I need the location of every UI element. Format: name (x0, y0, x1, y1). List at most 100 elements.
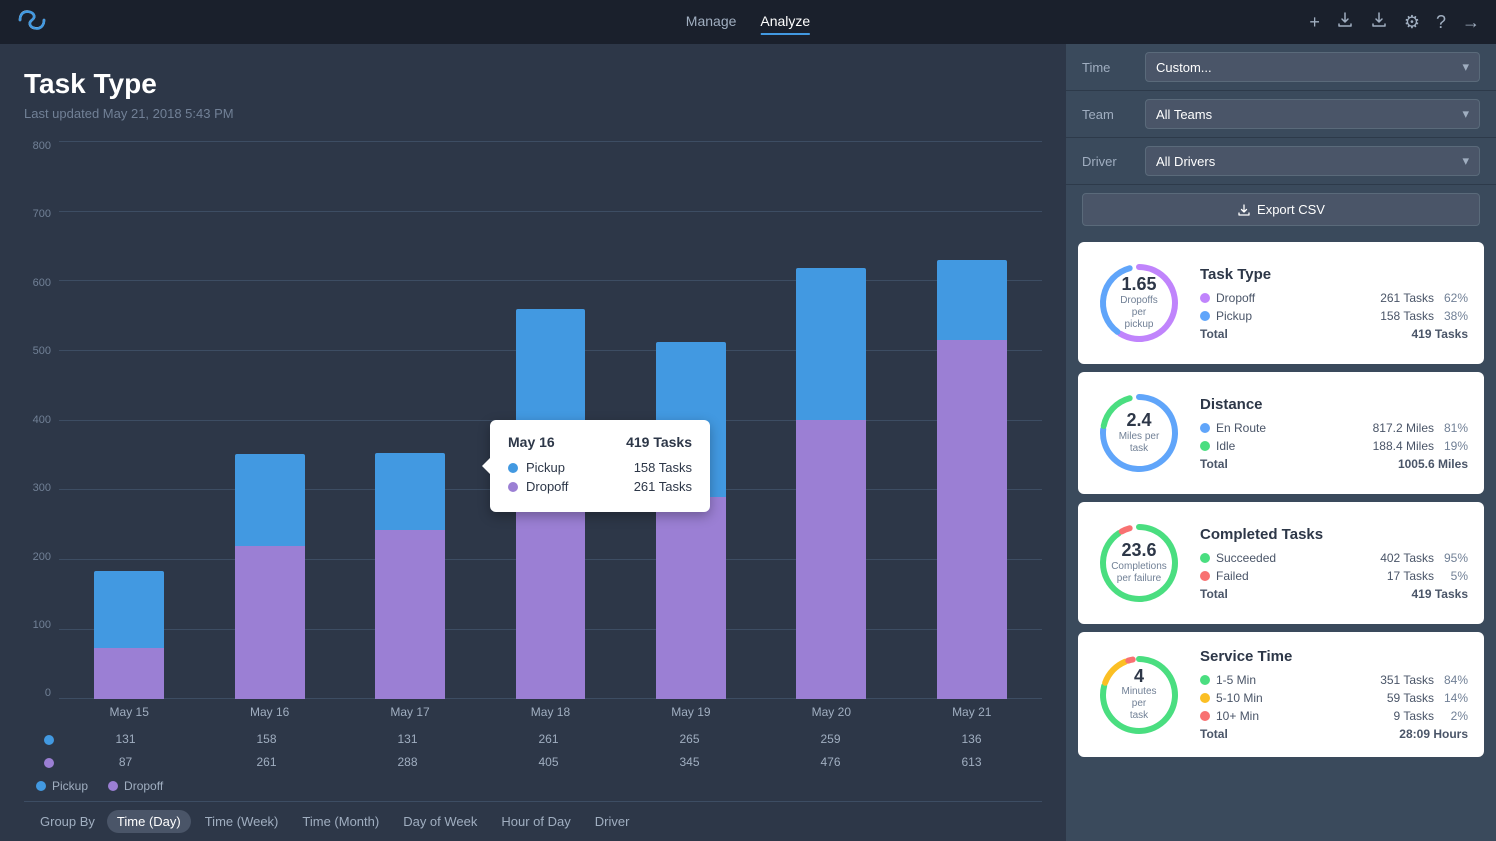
bar-group[interactable] (211, 141, 327, 699)
stat-donut-sub: Miles per (1119, 431, 1160, 443)
stat-total-value: 28:09 Hours (1399, 727, 1468, 741)
data-col-dropoff: 613 (913, 754, 1030, 771)
stat-donut-distance: 2.4 Miles pertask (1094, 388, 1184, 478)
stat-dot (1200, 693, 1210, 703)
stat-row-label: En Route (1216, 421, 1367, 435)
dropoff-legend-label: Dropoff (124, 779, 163, 793)
bar-segment-dropoff (516, 462, 586, 699)
filter-label-driver: Driver (1082, 154, 1137, 169)
legend-row: Pickup Dropoff (24, 775, 1042, 801)
bar-group[interactable] (352, 141, 468, 699)
x-label: May 17 (352, 699, 468, 729)
download-icon[interactable] (1370, 11, 1388, 34)
stat-row-pct: 84% (1440, 673, 1468, 687)
bar-group[interactable] (633, 141, 749, 699)
stat-donut-sub: Dropoffs per (1117, 295, 1162, 319)
stat-title-service-time: Service Time (1200, 648, 1468, 665)
data-col-pickup: 136 (913, 731, 1030, 748)
chart-title: Task Type (24, 68, 1042, 100)
bar-group[interactable] (71, 141, 187, 699)
dropoff-legend-dot (108, 781, 118, 791)
stat-data-row: Dropoff 261 Tasks 62% (1200, 291, 1468, 305)
bar-stack (94, 571, 164, 699)
stat-row-pct: 62% (1440, 291, 1468, 305)
stat-total-distance: Total 1005.6 Miles (1200, 457, 1468, 471)
data-col-dropoff: 87 (67, 754, 184, 771)
stat-data-row: Failed 17 Tasks 5% (1200, 569, 1468, 583)
settings-icon[interactable]: ⚙ (1404, 12, 1420, 33)
add-icon[interactable]: + (1309, 12, 1320, 33)
stat-cards: 1.65 Dropoffs perpickup Task Type Dropof… (1066, 234, 1496, 765)
filter-select-time[interactable]: Custom... ▾ (1145, 52, 1480, 82)
group-btn-time-month[interactable]: Time (Month) (292, 810, 389, 833)
stat-dot (1200, 675, 1210, 685)
y-tick: 500 (24, 346, 51, 357)
filter-row-team: Team All Teams ▾ (1066, 91, 1496, 138)
bar-segment-pickup (937, 260, 1007, 340)
stat-card-service-time: 4 Minutes pertask Service Time 1-5 Min 3… (1078, 632, 1484, 757)
bar-segment-pickup (516, 309, 586, 462)
nav-links: Manage Analyze (686, 9, 810, 35)
help-icon[interactable]: ? (1436, 12, 1446, 33)
x-label: May 19 (633, 699, 749, 729)
bar-segment-pickup (796, 268, 866, 420)
stat-row-label: 5-10 Min (1216, 691, 1381, 705)
group-btn-day-of-week[interactable]: Day of Week (393, 810, 487, 833)
group-by-label: Group By (40, 814, 95, 829)
stat-total-label: Total (1200, 327, 1412, 341)
stat-row-label: Dropoff (1216, 291, 1374, 305)
stat-total-completed-tasks: Total 419 Tasks (1200, 587, 1468, 601)
stat-donut-label-distance: 2.4 Miles pertask (1119, 411, 1160, 455)
x-label: May 20 (773, 699, 889, 729)
bar-group[interactable] (773, 141, 889, 699)
group-btn-hour-of-day[interactable]: Hour of Day (491, 810, 580, 833)
stat-donut-sub: pickup (1117, 319, 1162, 331)
stat-row-pct: 81% (1440, 421, 1468, 435)
y-tick: 100 (24, 620, 51, 631)
y-tick: 300 (24, 483, 51, 494)
stat-title-completed-tasks: Completed Tasks (1200, 526, 1468, 543)
filter-value-time: Custom... (1156, 60, 1212, 75)
group-btn-time-day[interactable]: Time (Day) (107, 810, 191, 833)
stat-donut-label-service-time: 4 Minutes pertask (1117, 667, 1162, 723)
group-btn-time-week[interactable]: Time (Week) (195, 810, 289, 833)
user-icon[interactable]: → (1462, 12, 1480, 33)
import-icon[interactable] (1336, 11, 1354, 34)
stat-row-count: 817.2 Miles (1373, 421, 1434, 435)
bar-segment-dropoff (235, 546, 305, 699)
stat-row-label: Idle (1216, 439, 1367, 453)
top-nav-actions: + ⚙ ? → (1309, 11, 1480, 34)
bar-group[interactable] (492, 141, 608, 699)
stat-dot (1200, 711, 1210, 721)
chevron-down-icon: ▾ (1462, 59, 1469, 75)
bar-group[interactable] (914, 141, 1030, 699)
stat-row-pct: 19% (1440, 439, 1468, 453)
filter-label-time: Time (1082, 60, 1137, 75)
filter-select-driver[interactable]: All Drivers ▾ (1145, 146, 1480, 176)
data-col-pickup: 158 (208, 731, 325, 748)
bars-row (59, 141, 1042, 699)
bar-segment-pickup (656, 342, 726, 497)
bar-segment-dropoff (94, 648, 164, 699)
stat-total-value: 419 Tasks (1412, 327, 1469, 341)
group-by-bar: Group By Time (Day)Time (Week)Time (Mont… (24, 801, 1042, 841)
legend-dropoff: Dropoff (108, 779, 163, 793)
nav-manage[interactable]: Manage (686, 9, 737, 35)
export-csv-label: Export CSV (1257, 202, 1325, 217)
chevron-down-icon: ▾ (1462, 106, 1469, 122)
stat-total-value: 419 Tasks (1412, 587, 1469, 601)
data-col-pickup: 131 (349, 731, 466, 748)
group-btn-driver[interactable]: Driver (585, 810, 640, 833)
stat-info-service-time: Service Time 1-5 Min 351 Tasks 84% 5-10 … (1200, 648, 1468, 741)
stat-info-completed-tasks: Completed Tasks Succeeded 402 Tasks 95% … (1200, 526, 1468, 601)
export-csv-button[interactable]: Export CSV (1082, 193, 1480, 226)
stat-row-count: 158 Tasks (1380, 309, 1434, 323)
filter-select-team[interactable]: All Teams ▾ (1145, 99, 1480, 129)
stat-donut-value: 2.4 (1119, 411, 1160, 431)
stat-card-distance: 2.4 Miles pertask Distance En Route 817.… (1078, 372, 1484, 494)
stat-info-task-type: Task Type Dropoff 261 Tasks 62% Pickup 1… (1200, 266, 1468, 341)
bar-stack (375, 453, 445, 699)
stat-data-row: En Route 817.2 Miles 81% (1200, 421, 1468, 435)
nav-analyze[interactable]: Analyze (760, 9, 810, 35)
y-tick: 200 (24, 552, 51, 563)
